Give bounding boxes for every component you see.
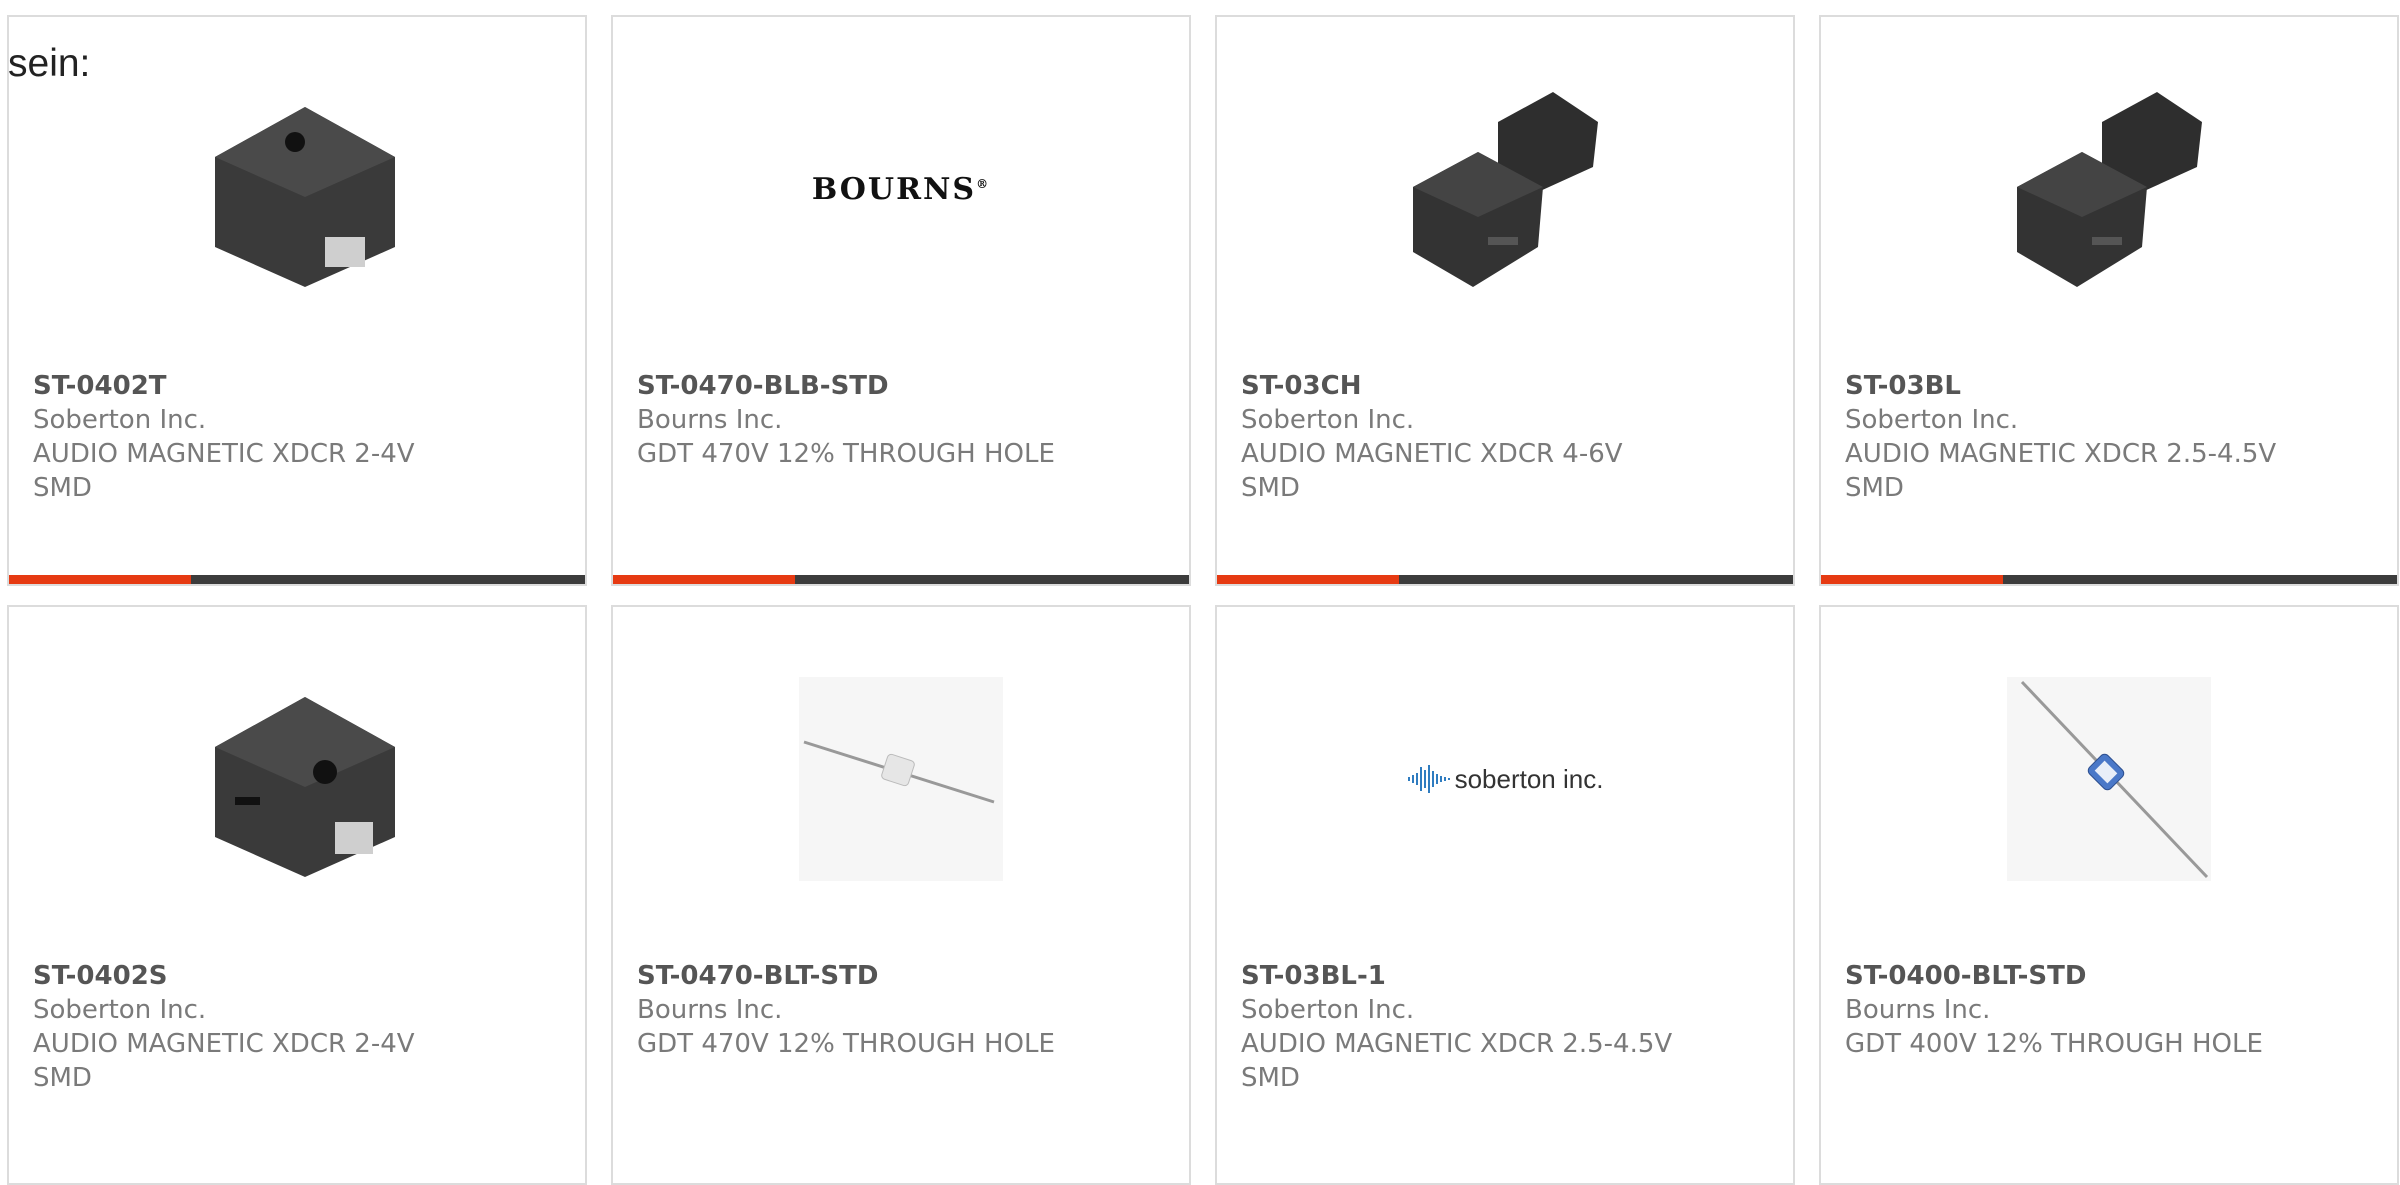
- gdt-axial-icon: [2007, 677, 2211, 881]
- product-card[interactable]: BOURNS® ST-0470-BLB-STD Bourns Inc. GDT …: [611, 15, 1191, 586]
- manufacturer: Bourns Inc.: [1845, 995, 1991, 1025]
- description-line: GDT 470V 12% THROUGH HOLE: [637, 1029, 1055, 1059]
- product-card[interactable]: soberton inc. ST-03BL-1 Soberton Inc. AU…: [1215, 605, 1795, 1185]
- card-bottom-bar: [613, 575, 1189, 584]
- description-line: AUDIO MAGNETIC XDCR 2.5-4.5V: [1845, 439, 2277, 469]
- card-bottom-bar: [9, 575, 585, 584]
- description-line: SMD: [33, 1063, 92, 1093]
- part-number[interactable]: ST-0470-BLB-STD: [637, 371, 889, 401]
- product-card[interactable]: ST-0402T Soberton Inc. AUDIO MAGNETIC XD…: [7, 15, 587, 586]
- bourns-logo: BOURNS®: [811, 171, 991, 207]
- card-accent-bar: [1217, 575, 1399, 584]
- product-image[interactable]: [2007, 677, 2211, 881]
- part-number[interactable]: ST-0402T: [33, 371, 167, 401]
- card-accent-bar: [9, 575, 191, 584]
- smd-buzzer-square-icon: [215, 697, 395, 877]
- product-image[interactable]: [1403, 87, 1607, 291]
- product-image[interactable]: [195, 87, 399, 291]
- manufacturer: Soberton Inc.: [1845, 405, 2019, 435]
- product-card[interactable]: ST-0470-BLT-STD Bourns Inc. GDT 470V 12%…: [611, 605, 1191, 1185]
- smd-buzzer-pair-icon: [2017, 92, 2202, 287]
- card-accent-bar: [613, 575, 795, 584]
- description-line: SMD: [33, 473, 92, 503]
- smd-buzzer-pair-icon: [1413, 92, 1598, 287]
- intro-text: sein:: [8, 42, 91, 85]
- part-number[interactable]: ST-03BL: [1845, 371, 1961, 401]
- description-line: GDT 470V 12% THROUGH HOLE: [637, 439, 1055, 469]
- description-line: AUDIO MAGNETIC XDCR 2-4V: [33, 439, 415, 469]
- card-bottom-bar: [1217, 575, 1793, 584]
- description-line: AUDIO MAGNETIC XDCR 2-4V: [33, 1029, 415, 1059]
- gdt-axial-icon: [799, 677, 1003, 881]
- manufacturer: Soberton Inc.: [1241, 995, 1415, 1025]
- product-image[interactable]: soberton inc.: [1403, 677, 1607, 881]
- description-line: SMD: [1241, 473, 1300, 503]
- soberton-logo: soberton inc.: [1407, 764, 1603, 795]
- part-number[interactable]: ST-0402S: [33, 961, 168, 991]
- description-line: SMD: [1845, 473, 1904, 503]
- product-image[interactable]: [195, 677, 399, 881]
- product-card[interactable]: ST-03CH Soberton Inc. AUDIO MAGNETIC XDC…: [1215, 15, 1795, 586]
- manufacturer: Soberton Inc.: [33, 405, 207, 435]
- part-number[interactable]: ST-0470-BLT-STD: [637, 961, 878, 991]
- manufacturer: Bourns Inc.: [637, 405, 783, 435]
- product-card[interactable]: ST-0402S Soberton Inc. AUDIO MAGNETIC XD…: [7, 605, 587, 1185]
- part-number[interactable]: ST-03BL-1: [1241, 961, 1386, 991]
- product-image[interactable]: BOURNS®: [799, 87, 1003, 291]
- description-line: AUDIO MAGNETIC XDCR 2.5-4.5V: [1241, 1029, 1673, 1059]
- manufacturer: Bourns Inc.: [637, 995, 783, 1025]
- product-image[interactable]: [2007, 87, 2211, 291]
- card-bottom-bar: [1821, 575, 2397, 584]
- card-accent-bar: [1821, 575, 2003, 584]
- product-card[interactable]: ST-0400-BLT-STD Bourns Inc. GDT 400V 12%…: [1819, 605, 2399, 1185]
- description-line: AUDIO MAGNETIC XDCR 4-6V: [1241, 439, 1623, 469]
- smd-buzzer-square-icon: [215, 107, 395, 287]
- part-number[interactable]: ST-0400-BLT-STD: [1845, 961, 2086, 991]
- description-line: SMD: [1241, 1063, 1300, 1093]
- manufacturer: Soberton Inc.: [1241, 405, 1415, 435]
- description-line: GDT 400V 12% THROUGH HOLE: [1845, 1029, 2263, 1059]
- manufacturer: Soberton Inc.: [33, 995, 207, 1025]
- product-card[interactable]: ST-03BL Soberton Inc. AUDIO MAGNETIC XDC…: [1819, 15, 2399, 586]
- soundwave-icon: [1407, 765, 1450, 793]
- product-image[interactable]: [799, 677, 1003, 881]
- part-number[interactable]: ST-03CH: [1241, 371, 1361, 401]
